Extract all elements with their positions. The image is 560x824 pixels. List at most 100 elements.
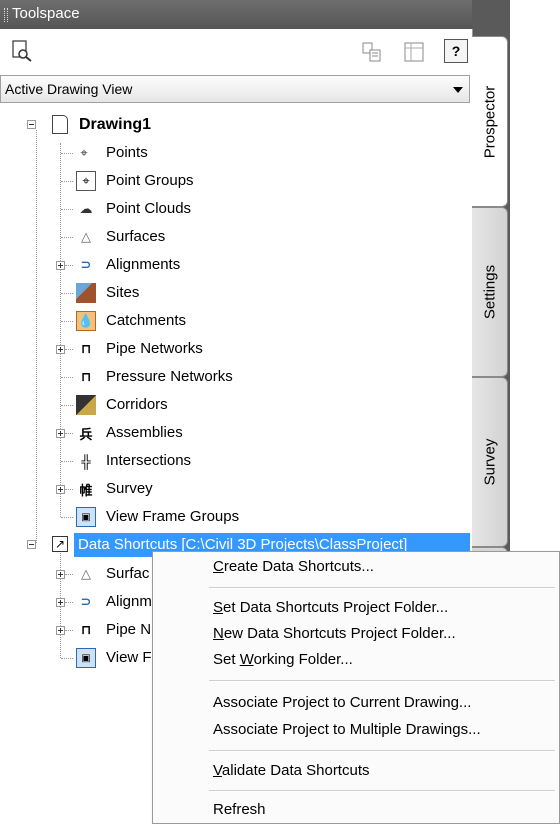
- pressure-networks-icon: ⊓: [80, 369, 92, 384]
- tree-item-label: Pipe N: [106, 621, 152, 638]
- tab-survey[interactable]: Survey: [472, 377, 508, 547]
- menu-item-validate[interactable]: Validate Data Shortcuts: [213, 762, 370, 779]
- menu-text: Associate Project to Current Drawing...: [213, 694, 472, 711]
- menu-item-associate-current[interactable]: Associate Project to Current Drawing...: [213, 694, 471, 711]
- help-button[interactable]: ?: [444, 39, 468, 63]
- tree-item-label: Intersections: [106, 452, 192, 469]
- tree-item-label: Assemblies: [106, 424, 183, 441]
- tree-item-points[interactable]: ⌖ Points: [0, 141, 300, 165]
- pipe-network-shortcut-icon: ⊓: [80, 622, 92, 637]
- tree-item-view-frame-groups[interactable]: ▣ View Frame Groups: [0, 505, 300, 529]
- menu-text: ew Data Shortcuts Project Folder...: [223, 625, 456, 642]
- menu-item-associate-multiple[interactable]: Associate Project to Multiple Drawings..…: [213, 721, 481, 738]
- tree-item-label: Points: [106, 144, 148, 161]
- tree-item-label: Sites: [106, 284, 140, 301]
- menu-text: reate Data Shortcuts...: [223, 558, 374, 575]
- expand-toggle[interactable]: [56, 485, 65, 494]
- menu-separator: [209, 750, 555, 752]
- points-icon: ⌖: [80, 145, 88, 160]
- expand-toggle[interactable]: [56, 429, 65, 438]
- tab-prospector-label: Prospector: [481, 85, 498, 158]
- menu-item-create-data-shortcuts[interactable]: Create Data Shortcuts...: [213, 558, 374, 575]
- menu-item-new-project-folder[interactable]: New Data Shortcuts Project Folder...: [213, 625, 456, 642]
- menu-text: Set: [213, 651, 240, 668]
- active-drawing-view-select[interactable]: Active Drawing View: [0, 75, 470, 103]
- menu-mnemonic: V: [213, 762, 222, 779]
- menu-item-set-working-folder[interactable]: Set Working Folder...: [213, 651, 353, 668]
- tree-item-pipe-networks-shortcut[interactable]: ⊓ Pipe N: [0, 618, 152, 642]
- menu-mnemonic: S: [213, 599, 224, 616]
- tree-root-drawing1[interactable]: Drawing1: [0, 113, 300, 137]
- tree-line: [65, 630, 73, 631]
- menu-text: Associate Project to Multiple Drawings..…: [213, 721, 481, 738]
- sheet-icon[interactable]: [402, 40, 426, 64]
- expand-toggle[interactable]: [56, 345, 65, 354]
- toolspace-title-bar[interactable]: Toolspace: [0, 0, 472, 29]
- tree-line: [65, 433, 73, 434]
- view-frame-groups-icon: ▣: [76, 507, 96, 527]
- window-title: Toolspace: [12, 5, 80, 22]
- tab-prospector[interactable]: Prospector: [472, 36, 508, 207]
- expand-toggle[interactable]: [56, 570, 65, 579]
- menu-text: orking Folder...: [253, 651, 353, 668]
- tree-item-sites[interactable]: Sites: [0, 281, 300, 305]
- data-shortcuts-icon: ↗: [52, 536, 68, 552]
- tree-item-point-groups[interactable]: ⌖ Point Groups: [0, 169, 300, 193]
- find-icon[interactable]: [10, 39, 34, 63]
- tree-item-corridors[interactable]: Corridors: [0, 393, 300, 417]
- menu-text: Refresh: [213, 801, 266, 818]
- tree-root-label: Drawing1: [79, 116, 152, 133]
- survey-icon: 帷: [79, 482, 93, 498]
- tree-item-label: Surfaces: [106, 228, 166, 245]
- tab-settings[interactable]: Settings: [472, 207, 508, 377]
- menu-item-set-project-folder[interactable]: Set Data Shortcuts Project Folder...: [213, 599, 448, 616]
- sites-icon: [76, 283, 96, 303]
- tab-settings-label: Settings: [481, 264, 498, 320]
- drawing-icon: [52, 115, 68, 134]
- corridors-icon: [76, 395, 96, 415]
- tree-item-view-frames-shortcut[interactable]: ▣ View F: [0, 646, 152, 670]
- menu-mnemonic: C: [213, 558, 224, 575]
- tree-item-intersections[interactable]: ╬ Intersections: [0, 449, 300, 473]
- copy-icon[interactable]: [360, 40, 384, 64]
- tree-item-assemblies[interactable]: 兵 Assemblies: [0, 421, 300, 445]
- tree-line: [61, 377, 73, 378]
- tree-item-label: Survey: [106, 480, 153, 497]
- tree-item-label: Alignments: [106, 256, 181, 273]
- menu-mnemonic: N: [213, 625, 224, 642]
- menu-separator: [209, 790, 555, 792]
- tree-item-alignments[interactable]: ⊃ Alignments: [0, 253, 300, 277]
- tree-item-surfaces[interactable]: △ Surfaces: [0, 225, 300, 249]
- menu-item-refresh[interactable]: Refresh: [213, 801, 266, 818]
- tree-item-label: Pressure Networks: [106, 368, 233, 385]
- catchments-icon: 💧: [76, 311, 96, 331]
- assemblies-icon: 兵: [79, 426, 93, 442]
- tree-item-label: Surfac: [106, 565, 150, 582]
- tree-item-alignments-shortcut[interactable]: ⊃ Alignm: [0, 590, 152, 614]
- expand-toggle[interactable]: [56, 598, 65, 607]
- chevron-down-icon[interactable]: [453, 87, 463, 93]
- tree-item-point-clouds[interactable]: ☁ Point Clouds: [0, 197, 300, 221]
- tree-line: [65, 489, 73, 490]
- expand-toggle[interactable]: [56, 261, 65, 270]
- tree-item-label: Corridors: [106, 396, 168, 413]
- tree-item-catchments[interactable]: 💧 Catchments: [0, 309, 300, 333]
- collapse-toggle[interactable]: [27, 540, 36, 549]
- tree-item-surfaces-shortcut[interactable]: △ Surfac: [0, 562, 150, 586]
- tree-item-pipe-networks[interactable]: ⊓ Pipe Networks: [0, 337, 300, 361]
- tree-item-label: Point Groups: [106, 172, 194, 189]
- tree-item-survey[interactable]: 帷 Survey: [0, 477, 300, 501]
- tree-item-pressure-networks[interactable]: ⊓ Pressure Networks: [0, 365, 300, 389]
- menu-text: alidate Data Shortcuts: [221, 762, 370, 779]
- alignment-shortcut-icon: ⊃: [80, 594, 92, 609]
- view-select-value: Active Drawing View: [5, 81, 133, 97]
- expand-toggle[interactable]: [56, 626, 65, 635]
- tree-line: [61, 658, 73, 659]
- collapse-toggle[interactable]: [27, 120, 36, 129]
- point-groups-icon: ⌖: [76, 171, 96, 191]
- surfaces-icon: △: [81, 229, 91, 244]
- pipe-networks-icon: ⊓: [80, 341, 92, 356]
- tree-line: [61, 153, 73, 154]
- grip-handle[interactable]: [4, 8, 8, 22]
- tree-line: [65, 265, 73, 266]
